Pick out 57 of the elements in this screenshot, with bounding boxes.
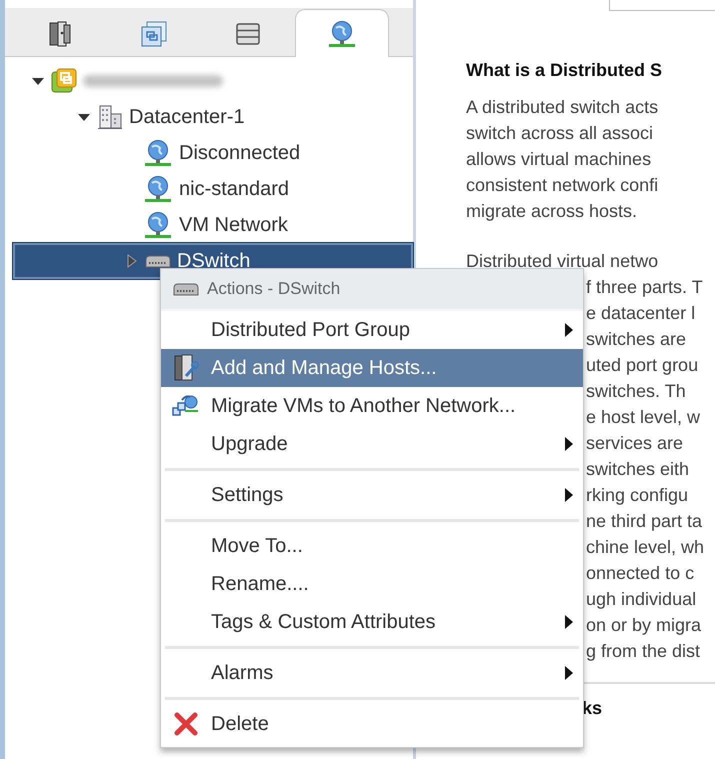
windows-icon <box>141 21 167 47</box>
tree-label: nic-standard <box>179 178 290 200</box>
building-icon <box>97 104 123 130</box>
menu-item[interactable]: Rename.... <box>161 565 583 603</box>
migrate-icon <box>172 394 200 418</box>
help-text-line: e datacenter l <box>586 302 696 325</box>
help-text-line: consistent network confi <box>466 174 660 197</box>
menu-item[interactable]: Delete <box>161 705 583 743</box>
globe-icon <box>327 20 357 48</box>
menu-item[interactable]: Alarms <box>161 654 583 692</box>
help-text-line: switches eith <box>586 458 690 481</box>
switch-icon <box>173 282 199 296</box>
tree-item[interactable]: nic-standard <box>13 171 413 207</box>
help-text-line: A distributed switch acts <box>466 96 660 119</box>
menu-item[interactable]: Move To... <box>161 527 583 565</box>
help-text-line: chine level, wh <box>586 536 706 559</box>
menu-item[interactable]: Add and Manage Hosts... <box>161 349 583 387</box>
help-text-line: ne third part ta <box>586 510 704 533</box>
tree-item[interactable]: Datacenter-1 <box>13 99 413 135</box>
menu-item[interactable]: Upgrade <box>161 425 583 463</box>
help-text-line: Distributed virtual netwo <box>466 250 660 273</box>
menu-item[interactable]: Migrate VMs to Another Network... <box>161 387 583 425</box>
switch-icon <box>145 254 171 268</box>
menu-item[interactable]: Settings <box>161 476 583 514</box>
help-text-line: switches. Th <box>586 380 687 403</box>
tree-label: VM Network <box>179 214 288 236</box>
tree-label: Datacenter-1 <box>129 106 245 128</box>
globe-icon <box>143 139 173 167</box>
globe-icon <box>143 175 173 203</box>
server-wrench-icon <box>173 354 199 382</box>
help-text-line: allows virtual machines <box>466 148 652 171</box>
help-text-line: rking configu <box>586 484 690 507</box>
help-text-line: switch across all associ <box>466 122 654 145</box>
tree-label: DSwitch <box>177 250 250 272</box>
help-text-line: switches are <box>586 328 688 351</box>
help-text-line: services are <box>586 432 684 455</box>
menu-title: Actions - DSwitch <box>207 279 340 299</box>
menu-item[interactable]: Tags & Custom Attributes <box>161 603 583 641</box>
vcenter-icon <box>51 68 77 94</box>
tree-item[interactable]: Disconnected <box>13 135 413 171</box>
help-text-line: migrate across hosts. <box>466 200 638 223</box>
globe-icon <box>143 211 173 239</box>
server-icon <box>49 21 71 47</box>
help-text-line: g from the dist <box>586 640 702 663</box>
help-text-line: f three parts. T <box>586 276 704 299</box>
expand-arrow-icon[interactable] <box>125 254 139 268</box>
help-heading: What is a Distributed S <box>466 60 664 81</box>
database-icon <box>236 23 260 45</box>
help-text-line: e host level, w <box>586 406 702 429</box>
help-text-line: on or by migra <box>586 614 702 637</box>
help-text-line: uted port grou <box>586 354 700 377</box>
tree-label: Disconnected <box>179 142 300 164</box>
menu-item[interactable]: Distributed Port Group <box>161 311 583 349</box>
tree-item[interactable]: VM Network <box>13 207 413 243</box>
delete-icon <box>174 712 198 736</box>
help-text-line: onnected to c <box>586 562 696 585</box>
help-text-line: ugh individual <box>586 588 698 611</box>
